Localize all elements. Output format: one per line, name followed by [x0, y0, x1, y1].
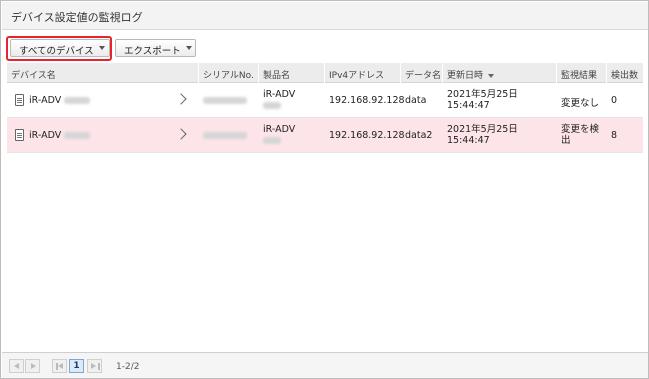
arrow-right-icon: [31, 363, 36, 369]
chevron-right-icon[interactable]: [175, 128, 187, 140]
detections-text: 8: [611, 130, 618, 141]
device-name-cell[interactable]: iR-ADV: [7, 83, 199, 118]
page-range-text: 1-2/2: [116, 362, 140, 372]
updated-time-text: 15:44:47: [447, 135, 490, 146]
detections-cell: 8: [607, 118, 643, 153]
device-filter-label: すべてのデバイス: [19, 46, 94, 57]
monitoring-log-panel: デバイス設定値の監視ログ すべてのデバイス エクスポート デバイス名 シリアルN…: [0, 0, 649, 379]
table-row[interactable]: iR-ADV iR-ADV 192.168.92.128 data 2021年5…: [7, 83, 643, 118]
redacted-text: [64, 97, 91, 104]
ipv4-cell: 192.168.92.128: [325, 118, 405, 153]
document-icon: [15, 129, 24, 141]
result-text-continued: 出: [561, 135, 571, 146]
updated-time-text: 15:44:47: [447, 100, 490, 111]
ipv4-text: 192.168.92.128: [329, 95, 405, 106]
page-title: デバイス設定値の監視ログ: [11, 11, 143, 24]
last-page-button[interactable]: [87, 359, 102, 373]
redacted-text: [263, 137, 281, 144]
product-name-cell: iR-ADV: [259, 118, 325, 153]
ipv4-text: 192.168.92.128: [329, 130, 405, 141]
redacted-text: [263, 102, 281, 109]
column-header-serial-no[interactable]: シリアルNo.: [199, 63, 259, 83]
last-page-arrow-icon: [91, 363, 96, 369]
first-page-arrow-icon: [58, 363, 63, 369]
data-name-cell: data: [401, 83, 443, 118]
scroll-left-button[interactable]: [9, 359, 24, 373]
sort-descending-icon: [488, 73, 495, 78]
updated-at-cell: 2021年5月25日 15:44:47: [443, 83, 557, 118]
title-bar: デバイス設定値の監視ログ: [2, 2, 648, 30]
table-header: デバイス名 シリアルNo. 製品名 IPv4アドレス データ名 更新日時 監視結…: [7, 63, 643, 83]
product-name-text: iR-ADV: [263, 124, 296, 135]
redacted-text: [203, 97, 247, 104]
column-header-result[interactable]: 監視結果: [557, 63, 607, 83]
last-page-bar-icon: [98, 363, 100, 370]
table-row[interactable]: iR-ADV iR-ADV 192.168.92.128 data2 2021年…: [7, 118, 643, 153]
monitoring-log-table: デバイス名 シリアルNo. 製品名 IPv4アドレス データ名 更新日時 監視結…: [7, 63, 643, 345]
result-text: 変更なし: [561, 98, 600, 109]
ipv4-cell: 192.168.92.128: [325, 83, 405, 118]
result-cell: 変更を検出: [557, 118, 607, 153]
device-filter-dropdown[interactable]: すべてのデバイス: [10, 39, 110, 57]
caret-down-icon: [99, 46, 105, 50]
product-name-cell: iR-ADV: [259, 83, 325, 118]
detections-cell: 0: [607, 83, 643, 118]
device-name-text: iR-ADV: [29, 95, 62, 106]
column-header-updated-at[interactable]: 更新日時: [443, 63, 557, 83]
column-header-updated-at-label: 更新日時: [447, 71, 484, 81]
pagination-bar: 1 1-2/2: [2, 352, 648, 378]
product-name-text: iR-ADV: [263, 89, 296, 100]
data-name-text: data2: [405, 130, 433, 141]
serial-no-cell: [199, 118, 259, 153]
first-page-button[interactable]: [52, 359, 67, 373]
updated-at-cell: 2021年5月25日 15:44:47: [443, 118, 557, 153]
serial-no-cell: [199, 83, 259, 118]
data-name-text: data: [405, 95, 427, 106]
document-icon: [15, 94, 24, 106]
redacted-text: [64, 132, 91, 139]
column-header-device-name[interactable]: デバイス名: [7, 63, 199, 83]
current-page-button[interactable]: 1: [69, 359, 84, 373]
column-header-data-name[interactable]: データ名: [401, 63, 443, 83]
column-header-product-name[interactable]: 製品名: [259, 63, 325, 83]
scroll-right-button[interactable]: [25, 359, 40, 373]
detections-text: 0: [611, 95, 618, 106]
export-label: エクスポート: [124, 46, 181, 57]
updated-date-text: 2021年5月25日: [447, 89, 518, 100]
result-cell: 変更なし: [557, 83, 607, 118]
updated-date-text: 2021年5月25日: [447, 124, 518, 135]
arrow-left-icon: [14, 363, 19, 369]
result-text: 変更を検: [561, 124, 600, 135]
device-name-text: iR-ADV: [29, 130, 62, 141]
caret-down-icon: [186, 46, 192, 50]
chevron-right-icon[interactable]: [175, 93, 187, 105]
device-name-cell[interactable]: iR-ADV: [7, 118, 199, 153]
column-header-ipv4[interactable]: IPv4アドレス: [325, 63, 401, 83]
column-header-detections[interactable]: 検出数: [607, 63, 643, 83]
data-name-cell: data2: [401, 118, 443, 153]
redacted-text: [203, 132, 247, 139]
export-dropdown[interactable]: エクスポート: [115, 39, 196, 57]
